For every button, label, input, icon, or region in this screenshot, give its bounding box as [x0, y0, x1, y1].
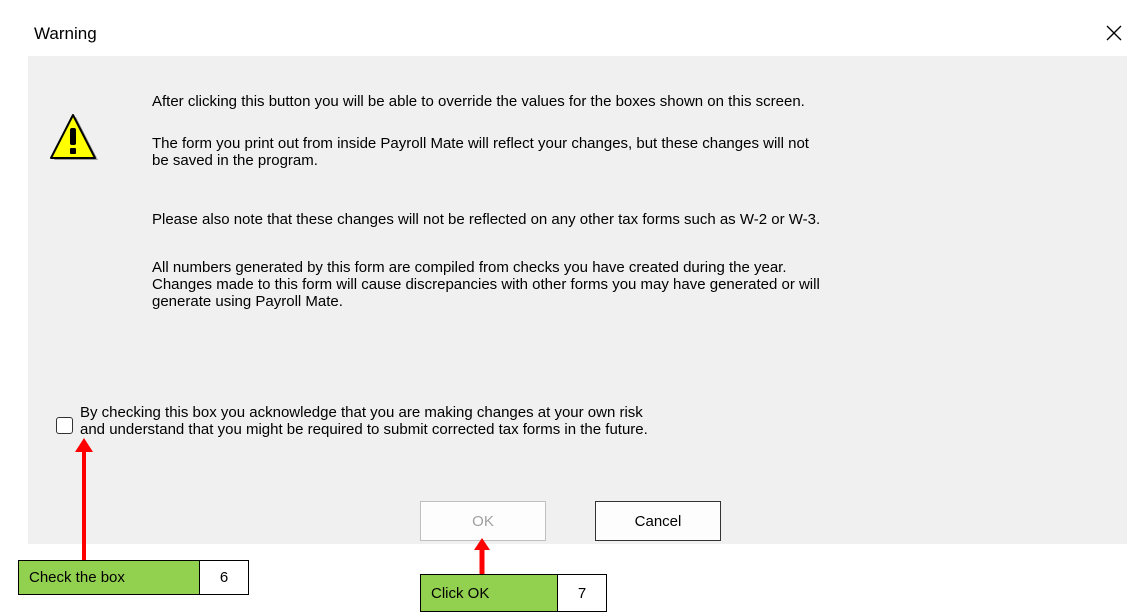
callout-check-the-box: Check the box	[18, 560, 200, 595]
acknowledge-row: By checking this box you acknowledge tha…	[56, 404, 1056, 444]
acknowledge-label[interactable]: By checking this box you acknowledge tha…	[80, 404, 648, 438]
warning-icon	[50, 114, 98, 160]
callout-click-ok: Click OK	[420, 574, 558, 612]
close-icon	[1106, 25, 1122, 41]
close-button[interactable]	[1100, 17, 1127, 49]
ok-button[interactable]: OK	[420, 501, 546, 541]
message-other-forms: Please also note that these changes will…	[152, 211, 821, 228]
message-print-changes: The form you print out from inside Payro…	[152, 135, 809, 169]
acknowledge-checkbox[interactable]	[56, 417, 73, 434]
callout-step-6: 6	[199, 560, 249, 595]
cancel-button[interactable]: Cancel	[595, 501, 721, 541]
screenshot-canvas: Warning After clicking this button you w…	[0, 0, 1127, 612]
dialog-title: Warning	[34, 24, 97, 43]
title-bar: Warning	[28, 11, 1127, 56]
message-override: After clicking this button you will be a…	[152, 93, 805, 110]
callout-step-7: 7	[557, 574, 607, 612]
arrow-to-checkbox	[75, 438, 93, 560]
warning-dialog: Warning After clicking this button you w…	[28, 11, 1127, 544]
arrow-to-ok	[474, 538, 490, 576]
message-discrepancies: All numbers generated by this form are c…	[152, 259, 820, 310]
